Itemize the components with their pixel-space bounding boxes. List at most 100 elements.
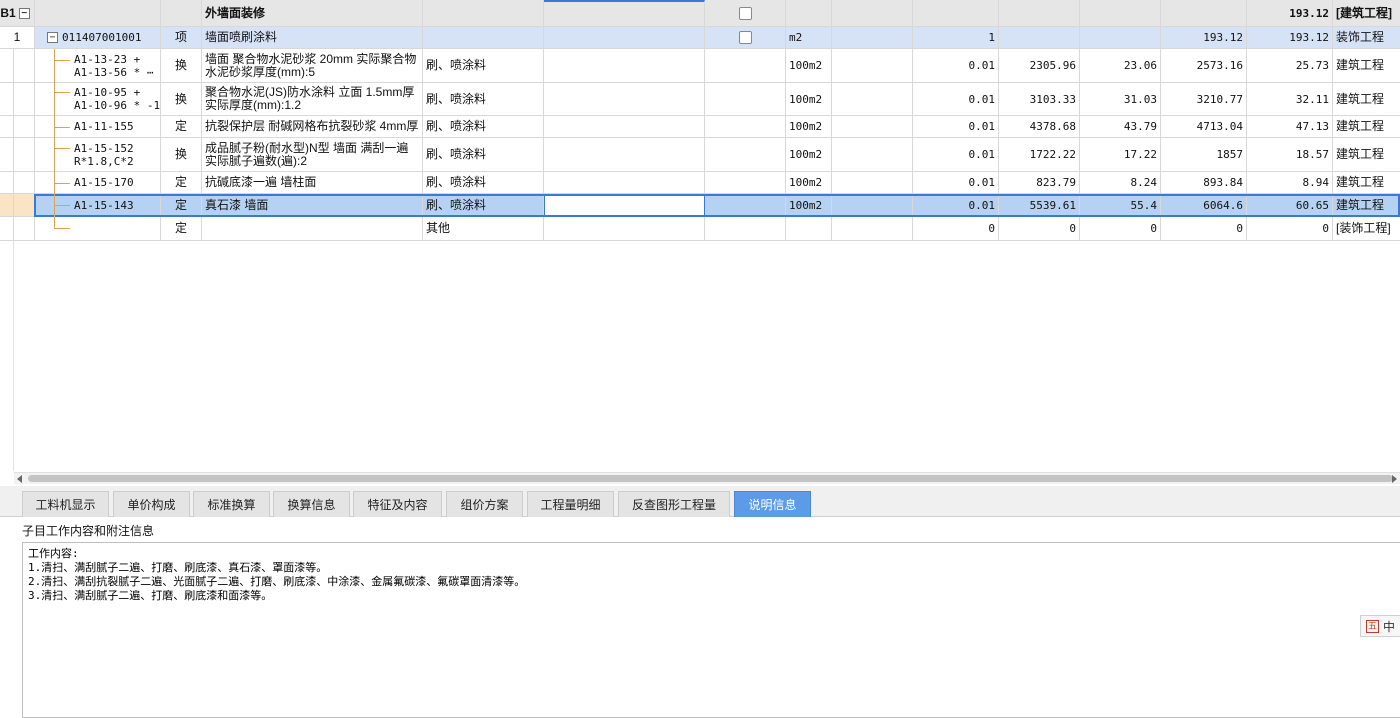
bill-code: 011407001001	[62, 31, 142, 44]
tab-description-info[interactable]: 说明信息	[734, 491, 811, 517]
bill-unit[interactable]: m2	[786, 27, 832, 49]
quota-quantity[interactable]: 0.01	[913, 194, 999, 217]
scroll-left-icon[interactable]	[17, 475, 22, 483]
bill-code-cell[interactable]: − 011407001001	[35, 27, 161, 49]
bill-quantity[interactable]: 1	[913, 27, 999, 49]
quota-unit[interactable]: 100m2	[786, 138, 832, 172]
tab-features-content[interactable]: 特征及内容	[353, 491, 442, 517]
table-row-selected[interactable]: A1-15-143 定 真石漆 墙面 刷、喷涂料 100m2 0.01 5539…	[0, 194, 1400, 217]
scroll-right-icon[interactable]	[1392, 475, 1397, 483]
group-row[interactable]: B1 − 外墙面装修 193.12 [建筑工程]	[0, 0, 1400, 27]
tree-connector	[54, 92, 70, 93]
collapse-icon[interactable]: −	[18, 7, 30, 19]
scrollbar-thumb[interactable]	[28, 475, 1393, 482]
quota-comp-amount: 32.11	[1247, 83, 1333, 116]
bill-type: 项	[161, 27, 202, 49]
quota-feature[interactable]: 刷、喷涂料	[423, 194, 544, 217]
table-row[interactable]: A1-11-155 定 抗裂保护层 耐碱网格布抗裂砂浆 4mm厚 刷、喷涂料 1…	[0, 116, 1400, 138]
quota-quantity[interactable]: 0.01	[913, 138, 999, 172]
quota-comp-amount: 18.57	[1247, 138, 1333, 172]
quota-name[interactable]	[202, 217, 423, 241]
quota-unit[interactable]: 100m2	[786, 83, 832, 116]
quota-name[interactable]: 墙面 聚合物水泥砂浆 20mm 实际聚合物水泥砂浆厚度(mm):5	[202, 49, 423, 83]
tab-pricing-scheme[interactable]: 组价方案	[446, 491, 523, 517]
quota-amount: 43.79	[1080, 116, 1161, 138]
quota-comp-amount: 60.65	[1247, 194, 1333, 217]
quota-category[interactable]: [装饰工程]	[1333, 217, 1400, 241]
quota-quantity[interactable]: 0	[913, 217, 999, 241]
table-row[interactable]: A1-10-95 + A1-10-96 * -1 换 聚合物水泥(JS)防水涂料…	[0, 83, 1400, 116]
quota-comp-price: 6064.6	[1161, 194, 1247, 217]
quota-type: 定	[161, 194, 202, 217]
table-row[interactable]: 定 其他 0 0 0 0 0 [装饰工程]	[0, 217, 1400, 241]
table-row[interactable]: A1-15-170 定 抗碱底漆一遍 墙柱面 刷、喷涂料 100m2 0.01 …	[0, 172, 1400, 194]
ime-language-label: 中	[1383, 619, 1396, 634]
quota-comp-price: 3210.77	[1161, 83, 1247, 116]
quota-feature[interactable]: 刷、喷涂料	[423, 116, 544, 138]
quota-type: 定	[161, 116, 202, 138]
quota-quantity[interactable]: 0.01	[913, 172, 999, 194]
table-row[interactable]: A1-15-152 R*1.8,C*2 换 成品腻子粉(耐水型)N型 墙面 满刮…	[0, 138, 1400, 172]
quota-quantity[interactable]: 0.01	[913, 49, 999, 83]
bill-row[interactable]: 1 − 011407001001 项 墙面喷刷涂料 m2 1 193.12 19…	[0, 27, 1400, 49]
tab-unit-price-composition[interactable]: 单价构成	[113, 491, 190, 517]
quota-feature[interactable]: 刷、喷涂料	[423, 83, 544, 116]
row-header-strip	[0, 241, 14, 471]
quota-category[interactable]: 建筑工程	[1333, 83, 1400, 116]
quota-price: 5539.61	[999, 194, 1080, 217]
panel-title: 子目工作内容和附注信息	[22, 524, 155, 538]
quota-name[interactable]: 聚合物水泥(JS)防水涂料 立面 1.5mm厚 实际厚度(mm):1.2	[202, 83, 423, 116]
horizontal-scrollbar[interactable]	[14, 472, 1400, 484]
active-edit-cell[interactable]	[544, 194, 705, 217]
bill-category[interactable]: 装饰工程	[1333, 27, 1400, 49]
quota-feature[interactable]: 其他	[423, 217, 544, 241]
quota-category[interactable]: 建筑工程	[1333, 49, 1400, 83]
quota-feature[interactable]: 刷、喷涂料	[423, 172, 544, 194]
tree-connector	[54, 49, 55, 228]
quota-name[interactable]: 成品腻子粉(耐水型)N型 墙面 满刮一遍 实际腻子遍数(遍):2	[202, 138, 423, 172]
tab-labor-material-machine[interactable]: 工料机显示	[22, 491, 109, 517]
bill-index: 1	[0, 27, 35, 49]
tab-quantity-detail[interactable]: 工程量明细	[527, 491, 614, 517]
quota-category[interactable]: 建筑工程	[1333, 138, 1400, 172]
collapse-icon[interactable]: −	[47, 32, 58, 43]
quota-comp-amount: 8.94	[1247, 172, 1333, 194]
tree-connector	[54, 205, 70, 206]
quota-comp-price: 893.84	[1161, 172, 1247, 194]
quota-unit[interactable]: 100m2	[786, 49, 832, 83]
tree-connector	[54, 60, 70, 61]
quota-price: 823.79	[999, 172, 1080, 194]
bill-checkbox[interactable]	[738, 31, 752, 44]
quota-category[interactable]: 建筑工程	[1333, 116, 1400, 138]
tab-graphic-quantity-lookup[interactable]: 反查图形工程量	[618, 491, 730, 517]
ime-indicator[interactable]: 五 中	[1360, 615, 1400, 637]
tree-connector	[54, 127, 70, 128]
quota-unit[interactable]: 100m2	[786, 172, 832, 194]
quota-unit[interactable]: 100m2	[786, 194, 832, 217]
quota-unit[interactable]: 100m2	[786, 116, 832, 138]
group-header-cell[interactable]: B1 −	[0, 0, 35, 27]
quota-category[interactable]: 建筑工程	[1333, 194, 1400, 217]
detail-tabbar: 工料机显示 单价构成 标准换算 换算信息 特征及内容 组价方案 工程量明细 反查…	[0, 486, 1400, 517]
description-textarea[interactable]: 工作内容: 1.清扫、满刮腻子二遍、打磨、刷底漆、真石漆、罩面漆等。 2.清扫、…	[22, 542, 1400, 718]
quota-amount: 31.03	[1080, 83, 1161, 116]
quota-price: 1722.22	[999, 138, 1080, 172]
group-checkbox[interactable]	[738, 6, 752, 20]
bill-unit-price: 193.12	[1161, 27, 1247, 49]
quota-quantity[interactable]: 0.01	[913, 83, 999, 116]
quota-name[interactable]: 真石漆 墙面	[202, 194, 423, 217]
quota-comp-price: 1857	[1161, 138, 1247, 172]
quota-name[interactable]: 抗碱底漆一遍 墙柱面	[202, 172, 423, 194]
bill-name[interactable]: 墙面喷刷涂料	[202, 27, 423, 49]
tab-conversion-info[interactable]: 换算信息	[273, 491, 350, 517]
quota-category[interactable]: 建筑工程	[1333, 172, 1400, 194]
quota-amount: 55.4	[1080, 194, 1161, 217]
quota-feature[interactable]: 刷、喷涂料	[423, 138, 544, 172]
table-row[interactable]: A1-13-23 + A1-13-56 * ⋯ 换 墙面 聚合物水泥砂浆 20m…	[0, 49, 1400, 83]
quota-unit[interactable]	[786, 217, 832, 241]
quota-quantity[interactable]: 0.01	[913, 116, 999, 138]
quota-name[interactable]: 抗裂保护层 耐碱网格布抗裂砂浆 4mm厚	[202, 116, 423, 138]
quota-feature[interactable]: 刷、喷涂料	[423, 49, 544, 83]
tab-standard-conversion[interactable]: 标准换算	[193, 491, 270, 517]
group-name: 外墙面装修	[202, 0, 423, 27]
